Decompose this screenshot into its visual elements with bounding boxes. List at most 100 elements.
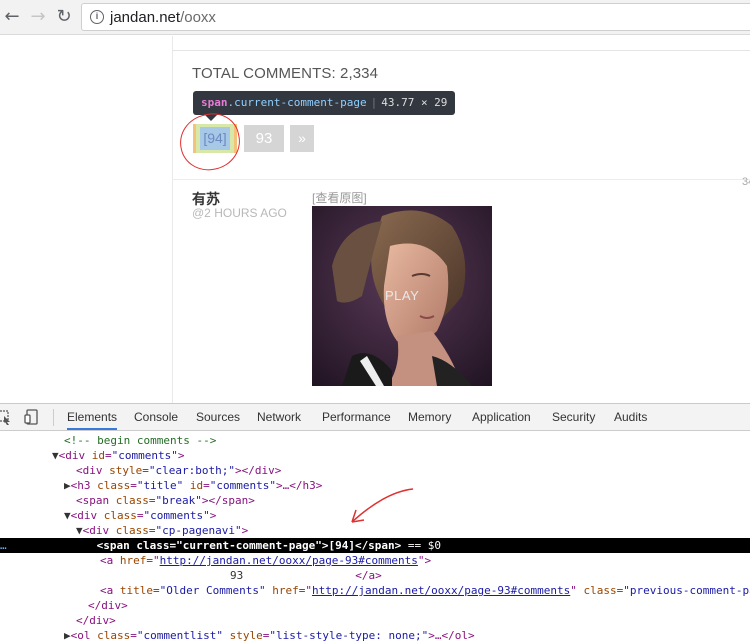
dom-eq: = — [142, 464, 149, 477]
dom-value: "clear:both;" — [148, 464, 235, 477]
dom-attr: id — [91, 449, 105, 462]
dom-line-selected[interactable]: … <span class="current-comment-page">[94]… — [0, 538, 750, 553]
inspector-tooltip: span.current-comment-page | 43.77 × 29 — [193, 91, 456, 115]
dom-attr: id — [183, 479, 204, 492]
tab-security[interactable]: Security — [552, 410, 595, 424]
collapse-arrow-icon[interactable]: ▶ — [0, 479, 71, 492]
back-icon[interactable]: ← — [0, 5, 24, 29]
console-ref: == $0 — [401, 539, 442, 552]
tab-network[interactable]: Network — [257, 410, 301, 424]
dom-eq: = — [148, 494, 156, 507]
dom-tag: <h3 — [70, 479, 98, 492]
comment-divider — [172, 179, 750, 180]
inspect-element-icon[interactable] — [0, 409, 12, 425]
dom-attr: class — [97, 629, 131, 642]
dom-attr: class — [576, 584, 617, 597]
dom-tag: </a> — [355, 569, 382, 582]
dom-line[interactable]: ▼<div id="comments"> — [0, 448, 750, 463]
address-bar[interactable]: i jandan.net/ooxx — [81, 3, 750, 31]
dom-attr: title — [119, 584, 153, 597]
dom-line[interactable]: <a title="Older Comments" href="http://j… — [0, 583, 750, 598]
dom-tag: >…</h3> — [275, 479, 323, 492]
forward-icon[interactable]: → — [26, 5, 50, 29]
dom-value: "list-style-type: none;" — [269, 629, 429, 642]
dom-line[interactable]: 93 </a> — [0, 568, 750, 583]
dom-eq: =" — [298, 584, 312, 597]
dom-line[interactable]: </div> — [0, 598, 750, 613]
dom-attr: class — [115, 524, 149, 537]
dom-tag: <a — [100, 554, 120, 567]
tab-elements[interactable]: Elements — [67, 410, 118, 430]
dom-value: "comments" — [209, 479, 276, 492]
dom-tag: <div — [58, 449, 92, 462]
dom-line[interactable]: </div> — [0, 613, 750, 628]
dom-value: "break" — [155, 494, 202, 507]
dom-eq: = — [203, 479, 210, 492]
older-comments-button[interactable]: » — [290, 125, 314, 152]
info-icon[interactable]: i — [90, 10, 104, 24]
tab-audits[interactable]: Audits — [614, 410, 647, 424]
dom-tag: <div — [82, 524, 116, 537]
reload-icon[interactable]: ↻ — [52, 5, 76, 29]
dom-tag: ></span> — [201, 494, 255, 507]
dom-tag: <span — [76, 494, 116, 507]
dom-attr: class — [115, 494, 149, 507]
tooltip-class: .current-comment-page — [227, 96, 367, 109]
tab-console[interactable]: Console — [134, 410, 178, 424]
red-annotation-arrow — [351, 488, 414, 523]
dom-attr: class — [136, 539, 170, 552]
browser-toolbar: ← → ↻ i jandan.net/ooxx — [0, 0, 750, 35]
dom-tag: <div — [76, 464, 110, 477]
expand-arrow-icon[interactable]: ▼ — [0, 449, 59, 462]
dom-value: "comments" — [143, 509, 210, 522]
dom-eq: =" — [146, 554, 160, 567]
dom-eq: = — [105, 449, 112, 462]
dom-attr: href — [265, 584, 299, 597]
dom-tag: >[94]</span> — [321, 539, 402, 552]
dom-value: "cp-pagenavi" — [155, 524, 242, 537]
dom-eq: = — [148, 524, 156, 537]
dom-value: "comments" — [111, 449, 178, 462]
total-comments-heading: TOTAL COMMENTS: 2,334 — [192, 65, 379, 82]
dom-eq: = — [130, 479, 137, 492]
dom-tag: > — [177, 449, 185, 462]
dom-tree: <!-- begin comments --> ▼<div id="commen… — [0, 432, 750, 642]
tab-memory[interactable]: Memory — [408, 410, 451, 424]
dom-tag: > — [209, 509, 217, 522]
dom-quote: " — [417, 554, 425, 567]
tab-sources[interactable]: Sources — [196, 410, 240, 424]
dom-line[interactable]: ▶<ol class="commentlist" style="list-sty… — [0, 628, 750, 643]
expand-arrow-icon[interactable]: ▼ — [0, 509, 71, 522]
tab-application[interactable]: Application — [472, 410, 531, 424]
expand-arrow-icon[interactable]: ▼ — [0, 524, 83, 537]
dom-eq: = — [130, 629, 137, 642]
dom-link[interactable]: http://jandan.net/ooxx/page-93#comments — [160, 554, 418, 567]
page-93-link[interactable]: 93 — [244, 125, 284, 152]
device-toolbar-icon[interactable] — [24, 409, 40, 425]
dom-value: "current-comment-page" — [176, 539, 322, 552]
url-text: jandan.net/ooxx — [110, 9, 216, 26]
dom-tag: >…</ol> — [428, 629, 475, 642]
tooltip-tag: span — [201, 96, 228, 109]
dom-attr: class — [97, 479, 131, 492]
play-overlay[interactable]: PLAY — [385, 288, 419, 303]
dom-line[interactable]: <!-- begin comments --> — [0, 433, 750, 448]
dom-tag: </div> — [88, 599, 128, 612]
dom-tag: > — [241, 524, 249, 537]
dom-line[interactable]: <div style="clear:both;"></div> — [0, 463, 750, 478]
tab-performance[interactable]: Performance — [322, 410, 391, 424]
tooltip-size: 43.77 × 29 — [381, 96, 448, 109]
collapse-arrow-icon[interactable]: ▶ — [0, 629, 71, 642]
dom-value: "commentlist" — [136, 629, 223, 642]
devtools-tabbar: Elements Console Sources Network Perform… — [0, 404, 750, 431]
dom-line[interactable]: <a href="http://jandan.net/ooxx/page-93#… — [0, 553, 750, 568]
dom-attr: class — [103, 509, 137, 522]
dom-value: "Older Comments" — [159, 584, 266, 597]
page-content: TOTAL COMMENTS: 2,334 span.current-comme… — [0, 36, 750, 403]
dom-text: 93 — [230, 569, 244, 582]
dom-tag: ></div> — [234, 464, 282, 477]
view-original-link[interactable]: [查看原图] — [312, 189, 367, 206]
dom-link[interactable]: http://jandan.net/ooxx/page-93#comments — [312, 584, 570, 597]
dom-tag: <ol — [70, 629, 98, 642]
dom-value: "previous-comment-pa — [623, 584, 750, 597]
